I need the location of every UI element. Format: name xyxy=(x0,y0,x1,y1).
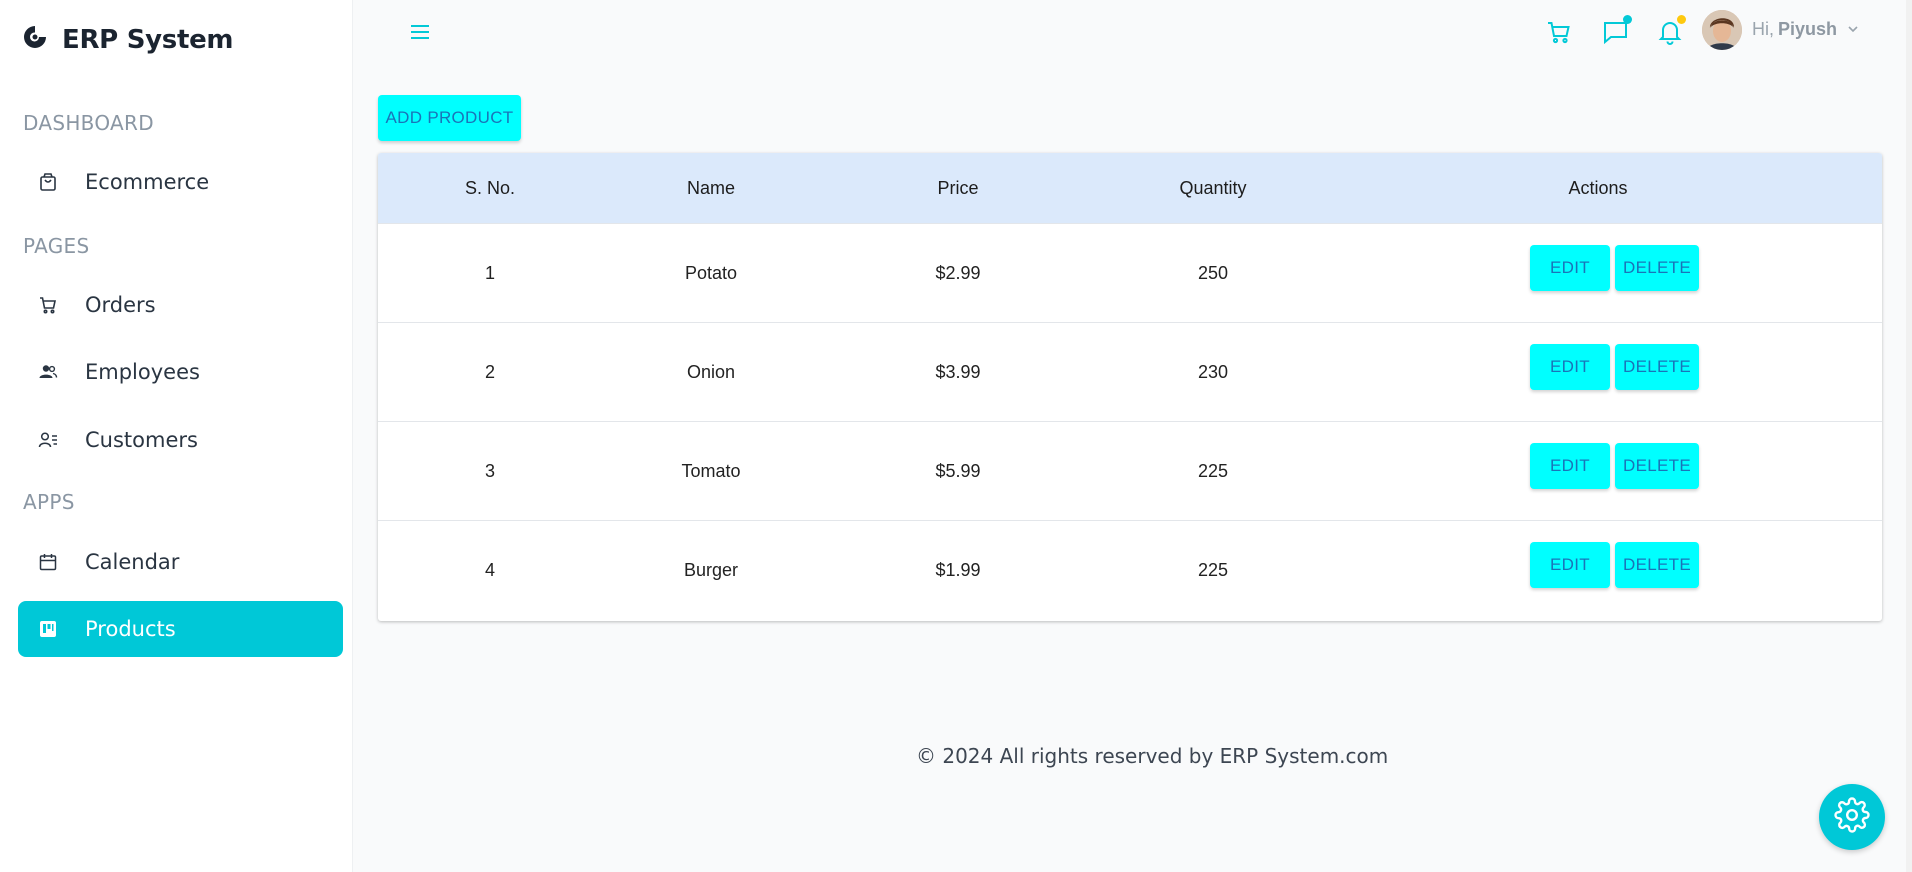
column-header-sno: S. No. xyxy=(464,178,516,198)
edit-button[interactable]: EDIT xyxy=(1530,344,1610,390)
sidebar-item-calendar[interactable]: Calendar xyxy=(18,534,343,590)
cart-icon xyxy=(36,293,60,317)
gear-icon xyxy=(1834,796,1870,838)
delete-button[interactable]: DELETE xyxy=(1615,542,1699,588)
sidebar-item-products[interactable]: Products xyxy=(18,601,343,657)
greeting-text: Hi, xyxy=(1752,19,1774,39)
cell-price: $3.99 xyxy=(935,362,981,382)
cell-sno: 3 xyxy=(484,461,495,481)
cell-price: $2.99 xyxy=(935,263,981,283)
table-header: S. No. Name Price Quantity Actions xyxy=(378,153,1882,223)
user-name: Piyush xyxy=(1778,19,1838,39)
cell-sno: 2 xyxy=(484,362,495,382)
sidebar: ERP System DASHBOARD Ecommerce PAGES Ord… xyxy=(0,0,353,872)
section-label-pages: PAGES xyxy=(23,234,90,258)
products-table: S. No. Name Price Quantity Actions 1 Pot… xyxy=(378,153,1882,621)
column-header-price: Price xyxy=(937,178,979,198)
settings-button[interactable] xyxy=(1819,784,1885,850)
cart-icon[interactable] xyxy=(1545,18,1573,46)
cell-name: Potato xyxy=(684,263,738,283)
column-header-name: Name xyxy=(686,178,735,198)
users-icon xyxy=(36,360,60,384)
section-label-apps: APPS xyxy=(23,490,75,514)
sidebar-item-ecommerce[interactable]: Ecommerce xyxy=(18,154,343,210)
column-header-actions: Actions xyxy=(1568,178,1628,198)
calendar-icon xyxy=(36,550,60,574)
cell-price: $5.99 xyxy=(935,461,981,481)
cell-quantity: 225 xyxy=(1197,461,1229,481)
cell-sno: 1 xyxy=(484,263,495,283)
menu-toggle-icon[interactable] xyxy=(408,20,432,44)
cell-price: $1.99 xyxy=(935,560,981,580)
sidebar-item-label: Orders xyxy=(85,293,156,317)
scrollbar[interactable] xyxy=(1906,0,1912,872)
table-row: 2 Onion $3.99 230 EDIT DELETE xyxy=(378,322,1882,421)
delete-button[interactable]: DELETE xyxy=(1615,245,1699,291)
brand[interactable]: ERP System xyxy=(22,24,234,55)
cell-name: Tomato xyxy=(681,461,741,481)
table-row: 3 Tomato $5.99 225 EDIT DELETE xyxy=(378,421,1882,520)
add-product-button[interactable]: ADD PRODUCT xyxy=(378,95,521,141)
cell-quantity: 230 xyxy=(1197,362,1229,382)
bell-badge xyxy=(1677,15,1686,24)
cell-sno: 4 xyxy=(484,560,495,580)
table-row: 4 Burger $1.99 225 EDIT DELETE xyxy=(378,520,1882,619)
sidebar-item-label: Customers xyxy=(85,428,198,452)
chat-icon[interactable] xyxy=(1601,15,1632,46)
brand-logo-icon xyxy=(22,24,48,55)
sidebar-item-customers[interactable]: Customers xyxy=(18,412,343,468)
avatar[interactable] xyxy=(1702,10,1742,50)
cell-name: Onion xyxy=(686,362,736,382)
sidebar-item-label: Calendar xyxy=(85,550,180,574)
edit-button[interactable]: EDIT xyxy=(1530,245,1610,291)
table-row: 1 Potato $2.99 250 EDIT DELETE xyxy=(378,223,1882,322)
edit-button[interactable]: EDIT xyxy=(1530,443,1610,489)
chevron-down-icon[interactable] xyxy=(1846,22,1860,36)
kanban-icon xyxy=(36,617,60,641)
user-greeting[interactable]: Hi, Piyush xyxy=(1752,19,1837,40)
cell-quantity: 225 xyxy=(1197,560,1229,580)
sidebar-item-employees[interactable]: Employees xyxy=(18,344,343,400)
section-label-dashboard: DASHBOARD xyxy=(23,111,154,135)
sidebar-item-orders[interactable]: Orders xyxy=(18,277,343,333)
delete-button[interactable]: DELETE xyxy=(1615,443,1699,489)
cell-quantity: 250 xyxy=(1197,263,1229,283)
column-header-quantity: Quantity xyxy=(1179,178,1247,198)
shopping-bag-icon xyxy=(36,170,60,194)
brand-name: ERP System xyxy=(62,24,234,55)
bell-icon[interactable] xyxy=(1656,15,1686,46)
footer-copyright: © 2024 All rights reserved by ERP System… xyxy=(916,744,1389,768)
customer-list-icon xyxy=(36,428,60,452)
cell-name: Burger xyxy=(683,560,739,580)
delete-button[interactable]: DELETE xyxy=(1615,344,1699,390)
sidebar-item-label: Products xyxy=(85,617,176,641)
edit-button[interactable]: EDIT xyxy=(1530,542,1610,588)
sidebar-item-label: Ecommerce xyxy=(85,170,210,194)
chat-badge xyxy=(1623,15,1632,24)
sidebar-item-label: Employees xyxy=(85,360,200,384)
